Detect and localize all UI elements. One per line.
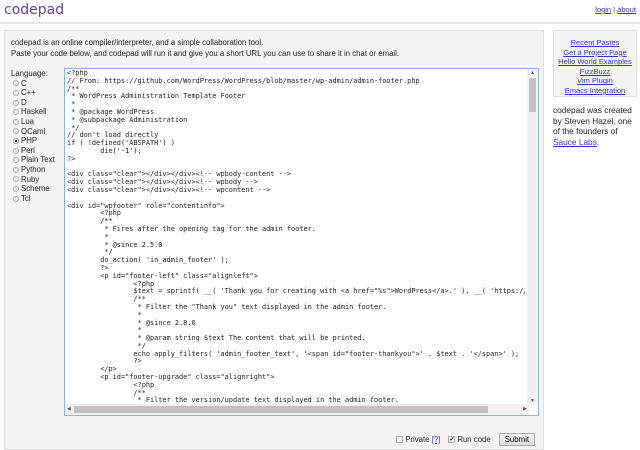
login-link[interactable]: login (595, 5, 611, 14)
separator: | (613, 5, 616, 14)
language-option-python[interactable]: Python (11, 165, 55, 175)
top-links: login | about (595, 5, 636, 14)
private-label: Private (405, 435, 430, 444)
language-option-lua[interactable]: Lua (11, 117, 55, 127)
radio-button[interactable] (13, 185, 19, 192)
radio-button[interactable] (13, 176, 19, 183)
language-label: Scheme (21, 184, 50, 194)
language-label: C++ (21, 88, 36, 98)
radio-button[interactable] (13, 157, 19, 164)
sidebar-link-hello-world[interactable]: Hello World Examples (554, 57, 636, 67)
intro-line-1: codepad is an online compiler/interprete… (11, 38, 264, 47)
language-label: D (21, 97, 27, 107)
language-option-haskell[interactable]: Haskell (11, 107, 55, 117)
scroll-down-icon[interactable]: ▼ (530, 398, 535, 404)
horizontal-scrollbar[interactable]: ◀ ▶ (65, 404, 529, 415)
language-option-scheme[interactable]: Scheme (11, 184, 55, 194)
language-label: Python (21, 164, 46, 174)
vertical-scroll-thumb[interactable] (529, 78, 536, 112)
language-option-d[interactable]: D (11, 98, 55, 108)
sidebar-link-project-page[interactable]: Get a Project Page (554, 48, 636, 58)
language-label: Language: (11, 69, 48, 78)
scroll-right-icon[interactable]: ▶ (523, 406, 527, 412)
credit-end: . (596, 136, 600, 147)
language-label: Perl (21, 145, 35, 155)
run-code-label: Run code (457, 435, 491, 444)
intro-line-2: Paste your code below, and codepad will … (11, 49, 400, 58)
code-textarea[interactable]: <?php // From: https://github.com/WordPr… (67, 70, 525, 404)
language-label: Ruby (21, 174, 40, 184)
language-option-ruby[interactable]: Ruby (11, 175, 55, 185)
scroll-left-icon[interactable]: ◀ (67, 406, 71, 412)
scroll-up-icon[interactable]: ▲ (530, 70, 535, 76)
radio-button[interactable] (13, 128, 19, 135)
main-panel: codepad is an online compiler/interprete… (4, 30, 544, 450)
radio-button[interactable] (13, 118, 19, 125)
private-checkbox[interactable] (396, 436, 404, 444)
language-label: Haskell (21, 107, 47, 117)
private-option[interactable]: Private [?] (396, 435, 440, 444)
credit-text: codepad was created by Steven Hazel, one… (553, 105, 639, 147)
vertical-scrollbar[interactable]: ▲ ▼ (527, 69, 538, 405)
sidebar-link-emacs[interactable]: Emacs Integration (554, 86, 636, 96)
submit-button[interactable]: Submit (498, 433, 535, 446)
intro-text: codepad is an online compiler/interprete… (11, 37, 399, 59)
sidebar-link-recent-pastes[interactable]: Recent Pastes (554, 38, 636, 48)
sauce-labs-link[interactable]: Sauce Labs (553, 137, 597, 147)
logo[interactable]: codepad (4, 2, 64, 18)
about-link[interactable]: about (617, 5, 636, 14)
code-editor[interactable]: <?php // From: https://github.com/WordPr… (64, 68, 539, 416)
language-label: PHP (21, 136, 38, 146)
sidebar-link-fizzbuzz[interactable]: FizzBuzz (554, 67, 636, 77)
sidebar-link-vim-plugin[interactable]: Vim Plugin (554, 76, 636, 86)
radio-button[interactable] (13, 99, 19, 106)
radio-button[interactable] (13, 80, 19, 87)
language-label: C (21, 78, 27, 88)
language-label: OCaml (21, 126, 46, 136)
header: codepad login | about (0, 0, 640, 24)
radio-button[interactable] (13, 89, 19, 96)
language-option-ocaml[interactable]: OCaml (11, 127, 55, 137)
language-label: Tcl (21, 193, 31, 203)
language-option-php[interactable]: PHP (11, 136, 55, 146)
radio-button[interactable] (13, 147, 19, 154)
radio-button[interactable] (13, 109, 19, 116)
language-selector: Language: C C++ D Haskell Lua OCaml PHP Perl Pla… (11, 69, 55, 203)
horizontal-scroll-thumb[interactable] (74, 406, 488, 413)
sidebar-links: Recent Pastes Get a Project Page Hello W… (553, 30, 637, 97)
submit-controls: Private [?] ✔ Run code Submit (396, 433, 535, 446)
language-label: Lua (21, 116, 35, 126)
language-option-tcl[interactable]: Tcl (11, 194, 55, 204)
radio-button[interactable] (13, 195, 19, 202)
radio-button[interactable] (13, 166, 19, 173)
run-code-option[interactable]: ✔ Run code (448, 435, 491, 444)
language-option-c-[interactable]: C++ (11, 88, 55, 98)
language-label: Plain Text (21, 155, 55, 165)
language-option-c[interactable]: C (11, 79, 55, 89)
run-code-checkbox[interactable]: ✔ (448, 436, 456, 444)
radio-button[interactable] (13, 137, 19, 144)
private-help-link[interactable]: [?] (432, 435, 441, 444)
credit-body: codepad was created by Steven Hazel, one… (553, 105, 632, 136)
language-option-plain-text[interactable]: Plain Text (11, 155, 55, 165)
language-option-perl[interactable]: Perl (11, 146, 55, 156)
